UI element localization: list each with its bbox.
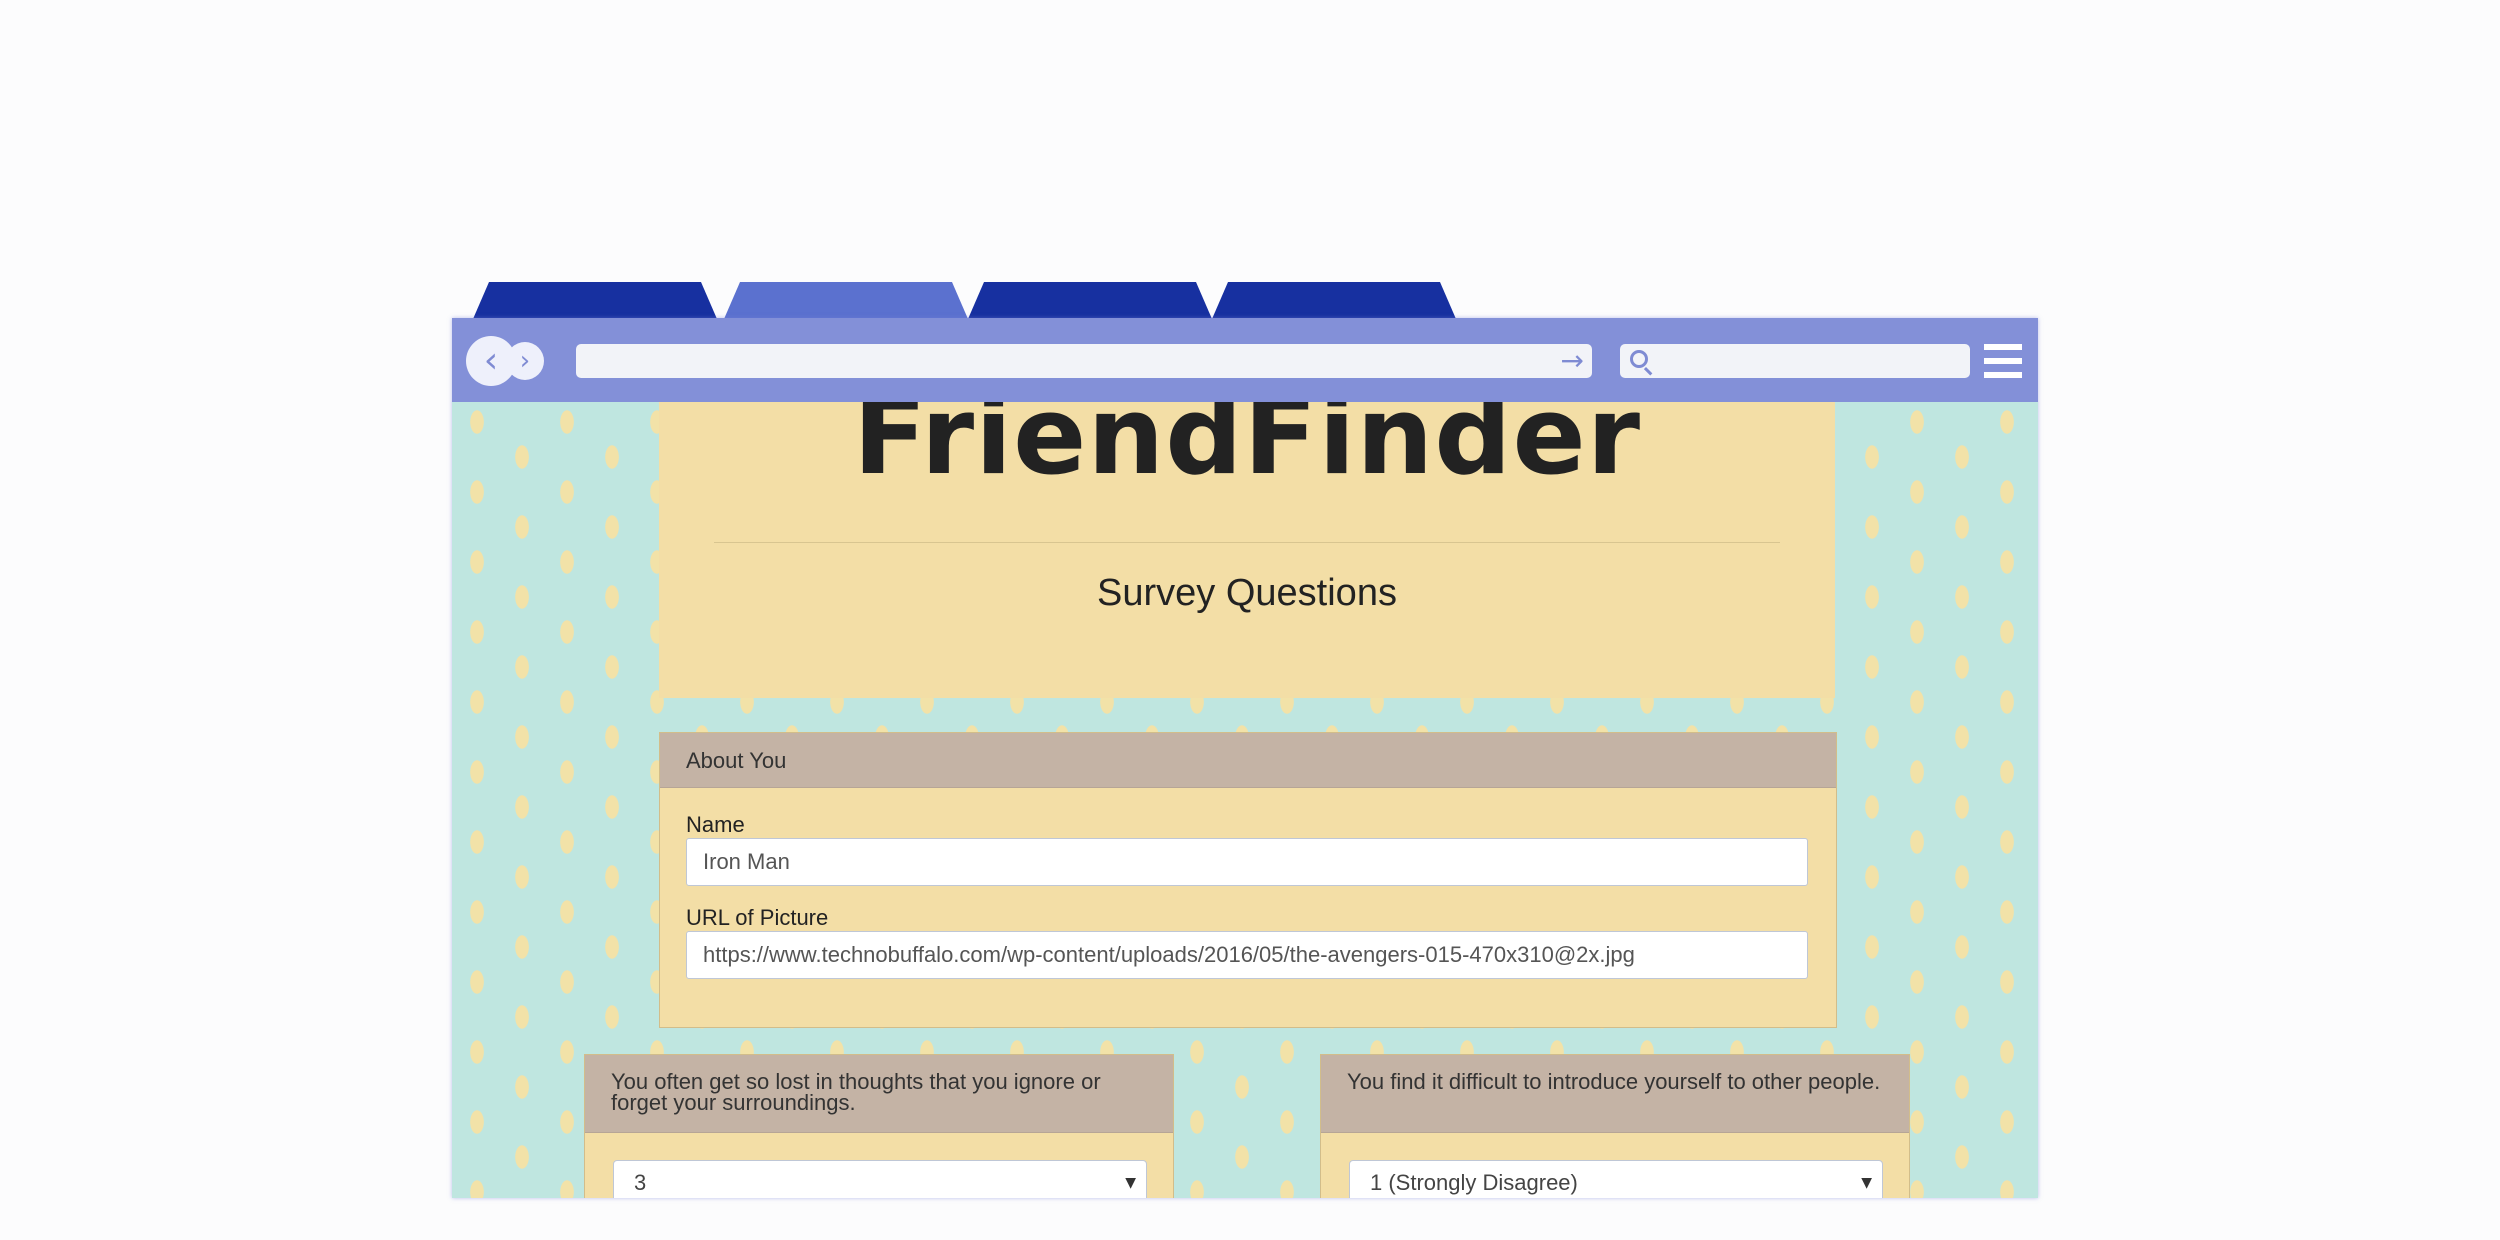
address-bar[interactable]: → — [576, 344, 1592, 378]
selected-value: 1 (Strongly Disagree) — [1370, 1170, 1578, 1195]
browser-tab-2-active[interactable] — [724, 282, 968, 319]
photo-url-input[interactable]: https://www.technobuffalo.com/wp-content… — [686, 931, 1808, 979]
browser-search-field[interactable] — [1620, 344, 1970, 378]
caret-down-icon: ▼ — [1125, 1175, 1136, 1191]
chevron-left-icon: ‹ — [483, 340, 499, 381]
panel-title: About You — [660, 733, 1836, 788]
selected-value: 3 — [634, 1170, 647, 1195]
search-icon — [1630, 350, 1648, 368]
browser-tab-4[interactable] — [1212, 282, 1456, 319]
question-text: You often get so lost in thoughts that y… — [585, 1055, 1173, 1133]
question-panel: You often get so lost in thoughts that y… — [584, 1054, 1174, 1198]
about-you-panel: About You Name Iron Man URL of Picture h… — [659, 732, 1837, 1028]
browser-toolbar: ‹ › → — [452, 318, 2038, 402]
answer-select[interactable]: 3 ▼ — [613, 1160, 1147, 1198]
photo-url-label: URL of Picture — [686, 905, 829, 930]
question-panel: You find it difficult to introduce yours… — [1320, 1054, 1910, 1198]
arrow-right-icon[interactable]: → — [1561, 346, 1584, 376]
name-input[interactable]: Iron Man — [686, 838, 1808, 886]
hamburger-menu-icon[interactable] — [1984, 344, 2022, 378]
header-jumbotron: FriendFinder Survey Questions — [659, 402, 1835, 698]
page-subtitle: Survey Questions — [1097, 572, 1397, 614]
brand-title: FriendFinder — [852, 402, 1642, 499]
answer-select[interactable]: 1 (Strongly Disagree) ▼ — [1349, 1160, 1883, 1198]
browser-window: ‹ › → FriendFinder Survey Questions Abou… — [452, 318, 2038, 1198]
forward-button[interactable]: › — [506, 342, 544, 380]
browser-tab-3[interactable] — [968, 282, 1212, 319]
page-content: FriendFinder Survey Questions About You … — [452, 402, 2038, 1198]
question-text: You find it difficult to introduce yours… — [1321, 1055, 1909, 1133]
divider — [714, 542, 1780, 543]
caret-down-icon: ▼ — [1861, 1175, 1872, 1191]
chevron-right-icon: › — [519, 346, 531, 376]
browser-tab-1[interactable] — [473, 282, 717, 319]
name-label: Name — [686, 812, 745, 837]
